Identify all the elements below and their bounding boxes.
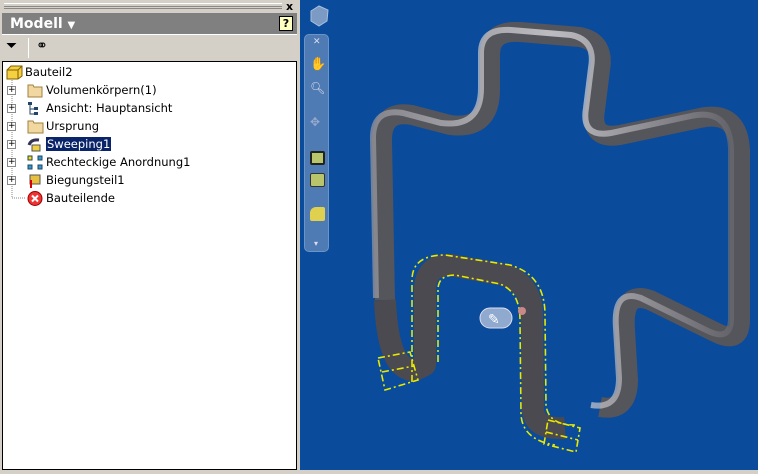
help-button[interactable]: ? <box>279 16 293 31</box>
orbit-icon[interactable]: ✥ <box>310 115 325 129</box>
expand-icon[interactable]: + <box>7 157 16 167</box>
customize-menu-icon[interactable]: ▾ <box>314 239 318 248</box>
pencil-icon: ✎ <box>488 312 500 328</box>
expand-icon[interactable]: + <box>7 103 16 113</box>
shading-icon[interactable] <box>310 207 325 221</box>
chevron-down-icon[interactable]: ▼ <box>68 20 76 31</box>
panel-header[interactable]: Modell ▼ ? <box>2 13 297 35</box>
3d-viewport[interactable]: ✎ <box>300 0 758 470</box>
sketch-point-icon[interactable] <box>518 307 526 315</box>
panel-grip[interactable] <box>4 3 282 9</box>
filter-icon[interactable]: ⏷ <box>6 38 17 54</box>
tree-item-biegungsteil[interactable]: + Biegungsteil1 <box>7 171 125 189</box>
pan-hand-icon[interactable]: ✋ <box>310 57 326 72</box>
model-browser-panel: x Modell ▼ ? ⏷ ⚭ Bauteil2 + Volumenkörper… <box>0 0 300 470</box>
solid-bodies-icon <box>27 84 43 97</box>
expand-icon[interactable]: + <box>7 139 16 149</box>
tree-item-volumenkoerpern[interactable]: + Volumenkörpern(1) <box>7 81 157 99</box>
binoculars-icon[interactable]: ⚭ <box>36 38 48 54</box>
bend-part-icon <box>29 174 41 188</box>
look-at-icon[interactable] <box>310 151 325 165</box>
folder-icon <box>27 120 44 133</box>
zoom-icon[interactable]: 🔍︎ <box>310 81 325 95</box>
sweep-icon <box>27 137 41 151</box>
navigation-bar: ✕ ✋ 🔍︎ ✥ ▾ <box>304 34 329 252</box>
model-tree: Bauteil2 + Volumenkörpern(1) + Ansicht: Ha… <box>2 61 297 470</box>
expand-icon[interactable]: + <box>7 175 16 185</box>
expand-icon[interactable]: + <box>7 121 16 131</box>
view-face-icon[interactable] <box>310 173 325 187</box>
part-cube-icon <box>6 65 23 79</box>
rect-pattern-icon <box>27 155 43 169</box>
view-rep-icon <box>28 101 38 115</box>
panel-toolbar: ⏷ ⚭ <box>2 36 297 60</box>
panel-title[interactable]: Modell <box>10 16 63 32</box>
end-of-part-icon <box>27 190 43 206</box>
tree-item-rechteckige-anordnung[interactable]: + Rechteckige Anordnung1 <box>7 153 190 171</box>
expand-icon[interactable]: + <box>7 85 16 95</box>
toolbar-divider <box>28 38 29 58</box>
tree-item-ansicht[interactable]: + Ansicht: Hauptansicht <box>7 99 172 117</box>
close-icon[interactable]: ✕ <box>313 37 321 47</box>
model-geometry: ✎ <box>369 21 750 453</box>
tree-item-ursprung[interactable]: + Ursprung <box>7 117 99 135</box>
viewcube-icon[interactable] <box>308 4 330 28</box>
tree-item-sweeping[interactable]: + Sweeping1 <box>7 135 112 153</box>
panel-close-button[interactable]: x <box>286 0 293 13</box>
tree-item-bauteilende[interactable]: Bauteilende <box>27 189 115 207</box>
tree-root[interactable]: Bauteil2 <box>6 63 73 81</box>
